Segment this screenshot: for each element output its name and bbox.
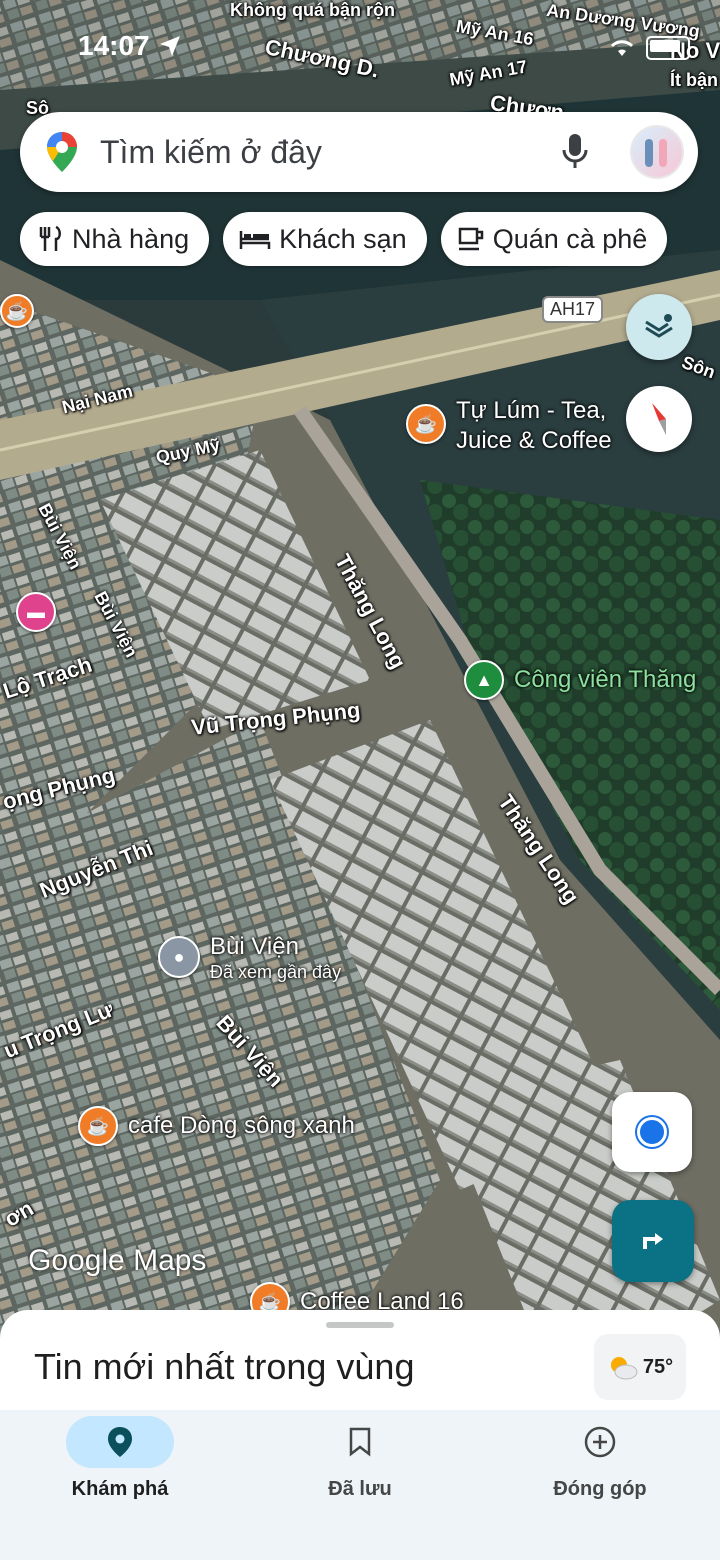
coffee-icon: ☕ xyxy=(78,1106,118,1146)
directions-icon xyxy=(643,1233,663,1249)
weather-badge[interactable]: 75° xyxy=(594,1334,686,1400)
chip-label: Khách sạn xyxy=(279,223,407,254)
status-icons xyxy=(608,36,690,60)
nav-label: Khám phá xyxy=(71,1478,169,1500)
google-maps-logo-icon xyxy=(47,132,77,172)
weather-temp: 75° xyxy=(642,1355,674,1378)
nav-explore-pill xyxy=(66,1416,174,1468)
poi-label: Tự Lúm - Tea, Juice & Coffee xyxy=(456,397,612,454)
recent-place-icon: ● xyxy=(158,936,200,978)
tree-icon: ▲ xyxy=(464,660,504,700)
battery-icon xyxy=(646,36,690,60)
google-maps-watermark: Google Maps xyxy=(28,1244,207,1277)
nav-label: Đã lưu xyxy=(328,1478,392,1500)
coffee-icon xyxy=(458,227,483,251)
nav-contribute[interactable]: Đóng góp xyxy=(520,1416,680,1501)
coffee-icon: ☕ xyxy=(406,404,446,444)
status-bar: 14:07 xyxy=(78,30,182,62)
my-location-button[interactable] xyxy=(612,1092,692,1172)
chip-coffee[interactable]: Quán cà phê xyxy=(440,212,668,266)
add-circle-icon xyxy=(584,1426,616,1458)
my-location-icon xyxy=(637,1117,667,1147)
chip-restaurant[interactable]: Nhà hàng xyxy=(20,212,210,266)
chip-label: Quán cà phê xyxy=(492,223,648,254)
nav-saved-pill xyxy=(306,1416,414,1468)
route-shield: AH17 xyxy=(542,296,604,323)
poi-label: Bùi Viện xyxy=(210,933,299,960)
poi-cong-vien[interactable]: ▲ Công viên Thăng xyxy=(464,660,696,700)
partly-cloudy-icon xyxy=(610,1357,638,1380)
location-pin-icon xyxy=(108,1427,132,1457)
wifi-icon xyxy=(610,40,634,56)
layers-button[interactable] xyxy=(626,294,692,360)
poi-cafe-dong-song[interactable]: ☕ cafe Dòng sông xanh xyxy=(78,1106,355,1146)
nav-contribute-pill xyxy=(546,1416,654,1468)
bookmark-icon xyxy=(349,1427,371,1457)
directions-button[interactable] xyxy=(612,1200,694,1282)
bottom-navigation: Khám phá Đã lưu Đóng góp xyxy=(0,1410,720,1560)
restaurant-icon xyxy=(39,225,61,251)
avatar[interactable] xyxy=(630,125,684,179)
nav-label: Đóng góp xyxy=(553,1478,647,1500)
poi-sublabel: Đã xem gần đây xyxy=(210,962,342,982)
compass-icon xyxy=(652,403,666,435)
bottom-sheet[interactable]: Tin mới nhất trong vùng 75° xyxy=(0,1310,720,1410)
search-bar[interactable]: Tìm kiếm ở đây xyxy=(20,112,698,192)
bed-icon: ▬ xyxy=(16,592,56,632)
nav-saved[interactable]: Đã lưu xyxy=(280,1416,440,1501)
map-label: Không quá bận rộn xyxy=(230,0,395,20)
poi-tu-lum[interactable]: ☕ Tự Lúm - Tea, Juice & Coffee xyxy=(406,396,612,456)
compass-button[interactable] xyxy=(626,386,692,452)
nav-explore[interactable]: Khám phá xyxy=(40,1416,200,1501)
coffee-poi-left[interactable]: ☕ xyxy=(0,294,34,328)
search-input[interactable]: Tìm kiếm ở đây xyxy=(100,134,560,171)
poi-label: Công viên Thăng xyxy=(514,666,697,693)
status-time: 14:07 xyxy=(78,30,150,61)
location-arrow-icon xyxy=(159,36,180,56)
hotel-icon xyxy=(239,231,271,249)
map-label: Ít bận xyxy=(670,70,718,90)
chip-label: Nhà hàng xyxy=(72,223,190,254)
category-chips: Nhà hàng Khách sạn Quán cà phê xyxy=(20,212,668,266)
poi-label: cafe Dòng sông xanh xyxy=(128,1112,355,1139)
microphone-icon[interactable] xyxy=(560,132,590,172)
drag-handle[interactable] xyxy=(326,1322,394,1328)
chip-hotel[interactable]: Khách sạn xyxy=(223,212,427,266)
sheet-title: Tin mới nhất trong vùng xyxy=(34,1346,415,1387)
poi-bui-vien[interactable]: ● Bùi Viện Đã xem gần đây xyxy=(158,932,341,983)
hotel-poi[interactable]: ▬ xyxy=(0,592,56,632)
layers-icon xyxy=(645,314,673,338)
coffee-icon: ☕ xyxy=(0,294,34,328)
